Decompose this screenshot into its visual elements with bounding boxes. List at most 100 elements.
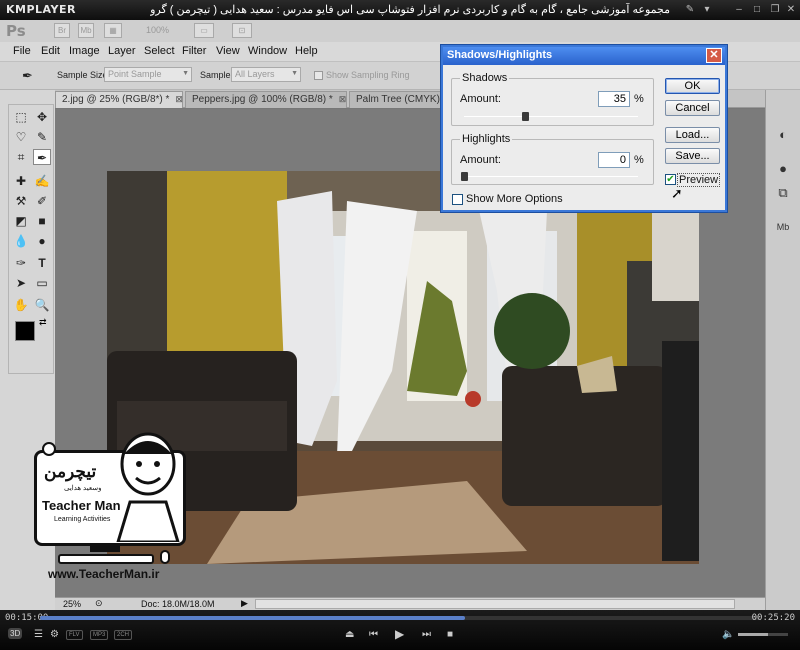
launch-bridge-icon[interactable]: Br [54, 23, 70, 38]
eyedropper-icon[interactable]: ✒ [22, 68, 33, 84]
volume-icon[interactable]: 🔈 [722, 629, 734, 640]
format-tag-flv: FLV [66, 630, 83, 640]
show-sampling-ring-label: Show Sampling Ring [326, 70, 410, 80]
mini-bridge-icon[interactable]: Mb [78, 23, 94, 38]
volume-slider[interactable] [738, 633, 788, 636]
sample-size-select[interactable]: Point Sample ▼ [104, 67, 192, 82]
previous-icon[interactable]: ⏮ [369, 629, 378, 640]
restore-icon[interactable]: ❐ [768, 3, 782, 17]
ok-button[interactable]: OK [665, 78, 720, 94]
close-tab-icon[interactable]: ⊠ [175, 94, 183, 104]
show-more-options-checkbox[interactable] [452, 194, 463, 205]
horizontal-scrollbar[interactable] [255, 599, 735, 609]
preview-checkbox[interactable]: ✔ [665, 174, 676, 185]
minimize-icon[interactable]: – [732, 3, 746, 17]
menu-edit[interactable]: Edit [41, 45, 60, 57]
tab-label: 2.jpg @ 25% (RGB/8*) * [62, 94, 170, 105]
highlights-amount-label: Amount: [460, 154, 501, 166]
move-tool-icon[interactable]: ✥ [33, 109, 51, 125]
zoom-level[interactable]: 100% [146, 25, 169, 35]
close-icon[interactable]: ✕ [706, 48, 722, 63]
play-icon[interactable]: ▶ [395, 627, 404, 641]
menu-image[interactable]: Image [69, 45, 100, 57]
status-arrow-icon[interactable]: ▶ [241, 598, 248, 609]
mouse-icon [160, 550, 170, 564]
highlights-amount-input[interactable]: 0 [598, 152, 630, 168]
gradient-tool-icon[interactable]: ■ [33, 213, 51, 229]
menu-view[interactable]: View [216, 45, 240, 57]
save-button[interactable]: Save... [665, 148, 720, 164]
tab-2-jpg[interactable]: 2.jpg @ 25% (RGB/8*) * ⊠ [55, 91, 183, 108]
eyedropper-tool-icon[interactable]: ✒ [33, 149, 51, 165]
tab-peppers[interactable]: Peppers.jpg @ 100% (RGB/8) * ⊠ [185, 91, 347, 108]
close-tab-icon[interactable]: ⊠ [339, 94, 347, 104]
load-button[interactable]: Load... [665, 127, 720, 143]
menu-file[interactable]: File [13, 45, 31, 57]
adjustments-panel-icon[interactable]: ● [774, 160, 792, 178]
clone-stamp-tool-icon[interactable]: ⚒ [12, 193, 30, 209]
brush-tool-icon[interactable]: ✍ [33, 173, 51, 189]
arrange-documents-icon[interactable]: ▭ [194, 23, 214, 38]
settings-icon[interactable]: ⚙ [50, 629, 59, 640]
menu-select[interactable]: Select [144, 45, 175, 57]
type-tool-icon[interactable]: T [33, 255, 51, 271]
highlights-slider-track[interactable] [464, 176, 638, 177]
menu-filter[interactable]: Filter [182, 45, 206, 57]
mini-bridge-panel-icon[interactable]: Mb [774, 218, 792, 236]
blur-tool-icon[interactable]: 💧 [12, 233, 30, 249]
sample-size-value: Point Sample [108, 69, 162, 79]
menu-layer[interactable]: Layer [108, 45, 136, 57]
highlights-slider-thumb[interactable] [461, 172, 468, 181]
status-options-icon[interactable]: ⊙ [95, 598, 103, 609]
pin-icon[interactable]: ✎ [683, 3, 697, 17]
stop-icon[interactable]: ■ [447, 629, 453, 640]
eject-icon[interactable]: ⏏ [345, 629, 354, 640]
crop-tool-icon[interactable]: ⌗ [12, 149, 30, 165]
maximize-icon[interactable]: □ [750, 3, 764, 17]
rectangle-tool-icon[interactable]: ▭ [33, 275, 51, 291]
screen-mode-icon[interactable]: ⊡ [232, 23, 252, 38]
dodge-tool-icon[interactable]: ● [33, 233, 51, 249]
show-sampling-ring-checkbox[interactable] [314, 71, 323, 80]
application-bar: Ps Br Mb ▦ 100% ▭ ⊡ [0, 20, 800, 42]
shadows-slider-thumb[interactable] [521, 112, 529, 121]
watermark-persian-sub: وسعید هدایی [64, 485, 102, 492]
living-room-photo[interactable] [107, 171, 699, 564]
close-icon[interactable]: ✕ [784, 3, 798, 17]
status-doc-size: Doc: 18.0M/18.0M [141, 599, 215, 609]
watermark-name: Teacher Man [42, 498, 121, 513]
seek-bar[interactable] [40, 616, 760, 620]
chevron-down-icon: ▼ [182, 70, 189, 77]
history-brush-tool-icon[interactable]: ✐ [33, 193, 51, 209]
eraser-tool-icon[interactable]: ◩ [12, 213, 30, 229]
masks-panel-icon[interactable]: ⧉ [774, 184, 792, 202]
menu-window[interactable]: Window [248, 45, 287, 57]
menu-help[interactable]: Help [295, 45, 318, 57]
watermark-persian-name: تیچرمن [44, 462, 97, 481]
hand-tool-icon[interactable]: ✋ [12, 297, 30, 313]
playlist-icon[interactable]: ☰ [34, 629, 43, 640]
shadows-amount-input[interactable]: 35 [598, 91, 630, 107]
swap-colors-icon[interactable]: ⇄ [39, 317, 47, 328]
skin-icon[interactable]: ▾ [700, 3, 714, 17]
show-more-options-label[interactable]: Show More Options [466, 193, 563, 205]
healing-brush-tool-icon[interactable]: ✚ [12, 173, 30, 189]
status-zoom[interactable]: 25% [63, 599, 81, 609]
lasso-tool-icon[interactable]: ♡ [12, 129, 30, 145]
pen-tool-icon[interactable]: ✑ [12, 255, 30, 271]
cancel-button[interactable]: Cancel [665, 100, 720, 116]
teacherman-caricature-icon [116, 432, 180, 542]
keyboard-icon [58, 554, 154, 564]
preview-label[interactable]: Preview [677, 173, 721, 187]
3d-button[interactable]: 3D [8, 628, 23, 639]
quick-select-tool-icon[interactable]: ✎ [33, 129, 51, 145]
path-selection-tool-icon[interactable]: ➤ [12, 275, 30, 291]
shadows-slider-track[interactable] [464, 116, 638, 117]
zoom-tool-icon[interactable]: 🔍 [33, 297, 51, 313]
foreground-color-swatch[interactable] [15, 321, 35, 341]
marquee-tool-icon[interactable]: ⬚ [12, 109, 30, 125]
sample-select[interactable]: All Layers ▼ [231, 67, 301, 82]
color-panel-icon[interactable]: ◐ [774, 126, 792, 144]
grid-icon[interactable]: ▦ [104, 23, 122, 38]
next-icon[interactable]: ⏭ [422, 629, 431, 640]
